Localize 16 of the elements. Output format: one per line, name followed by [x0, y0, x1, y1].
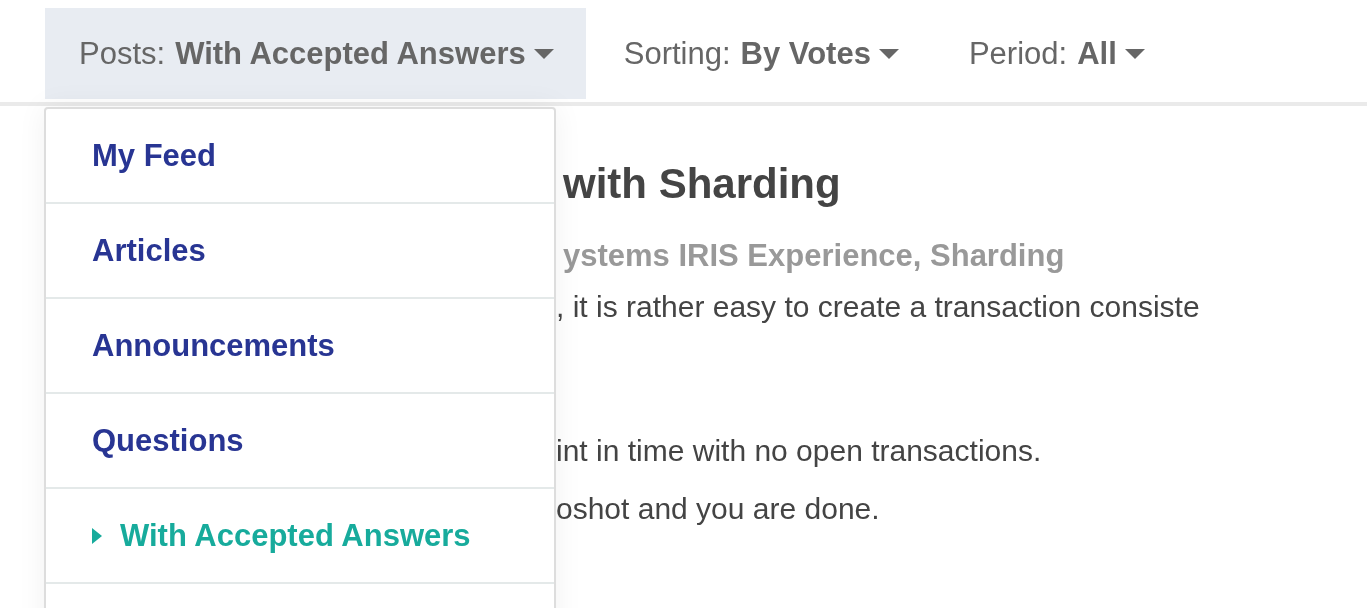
- triangle-icon: [92, 527, 102, 544]
- filter-dropdown[interactable]: Posts: With Accepted Answers: [45, 8, 586, 99]
- filter-dropdown[interactable]: Sorting: By Votes: [589, 8, 931, 99]
- post-title: with Sharding: [563, 159, 842, 209]
- menu-item[interactable]: Announcements: [46, 299, 554, 394]
- menu-item[interactable]: My Feed: [46, 109, 554, 204]
- post-text: oshot and you are done.: [556, 491, 881, 527]
- caret-icon: [878, 48, 899, 59]
- filter-dropdown[interactable]: Period: All: [934, 8, 1177, 99]
- post-tags: ystems IRIS Experience, Sharding: [563, 234, 1367, 278]
- post-text: int in time with no open transactions.: [556, 433, 1043, 469]
- post-text: , it is rather easy to create a transaction consiste: [556, 289, 1201, 325]
- caret-icon: [533, 48, 554, 59]
- caret-icon: [1124, 48, 1145, 59]
- menu-item[interactable]: Questions: [46, 394, 554, 489]
- menu-item[interactable]: Articles: [46, 204, 554, 299]
